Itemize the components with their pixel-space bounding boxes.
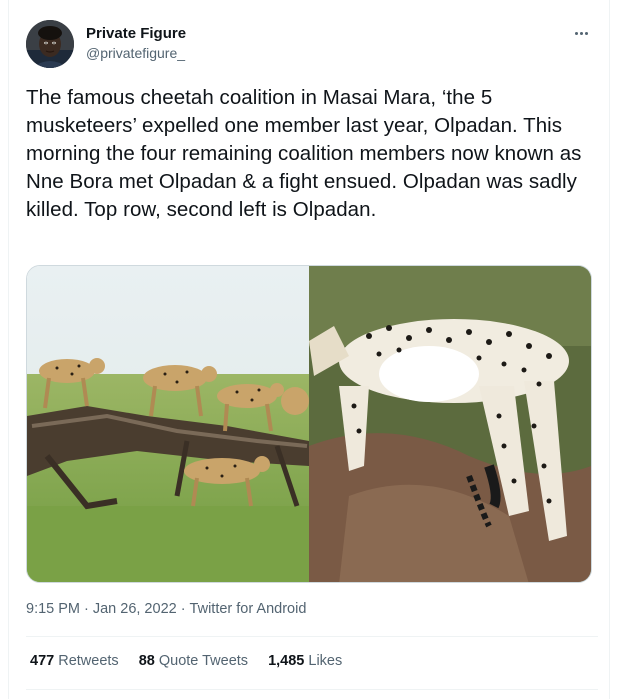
retweets-stat[interactable]: 477 Retweets [30,653,119,669]
more-horizontal-icon [574,31,578,35]
divider [26,689,598,690]
meta-separator: · [84,601,89,617]
divider [26,636,598,637]
likes-stat[interactable]: 1,485 Likes [268,653,342,669]
more-horizontal-icon [579,31,583,35]
more-horizontal-icon [584,31,588,35]
tweet-source[interactable]: Twitter for Android [190,601,307,617]
tweet-time[interactable]: 9:15 PM [26,601,80,617]
likes-label: Likes [308,653,343,669]
author-handle[interactable]: @privatefigure_ [86,45,185,61]
media-image-cheetah-coalition[interactable] [27,266,309,582]
tweet-stats: 477 Retweets 88 Quote Tweets 1,485 Likes [30,653,342,669]
tweet-date[interactable]: Jan 26, 2022 [93,601,177,617]
likes-count: 1,485 [268,653,305,669]
author-name[interactable]: Private Figure [86,25,186,42]
quote-tweets-count: 88 [138,653,155,669]
media-image-dead-cheetah[interactable] [309,266,591,582]
more-options-button[interactable] [570,22,592,44]
retweets-label: Retweets [58,653,119,669]
avatar-image [26,20,74,68]
dead-cheetah-photo [309,266,591,582]
tweet-text: The famous cheetah coalition in Masai Ma… [26,86,582,221]
quote-tweets-label: Quote Tweets [158,653,249,669]
tweet-card: Private Figure @privatefigure_ The famou… [8,0,610,699]
retweets-count: 477 [30,653,55,669]
cheetah-coalition-photo [27,266,309,582]
quote-tweets-stat[interactable]: 88 Quote Tweets [139,653,248,669]
tweet-meta: 9:15 PM · Jan 26, 2022 · Twitter for And… [26,601,306,617]
tweet-media[interactable] [26,265,592,583]
avatar[interactable] [26,20,74,68]
meta-separator: · [180,601,186,617]
